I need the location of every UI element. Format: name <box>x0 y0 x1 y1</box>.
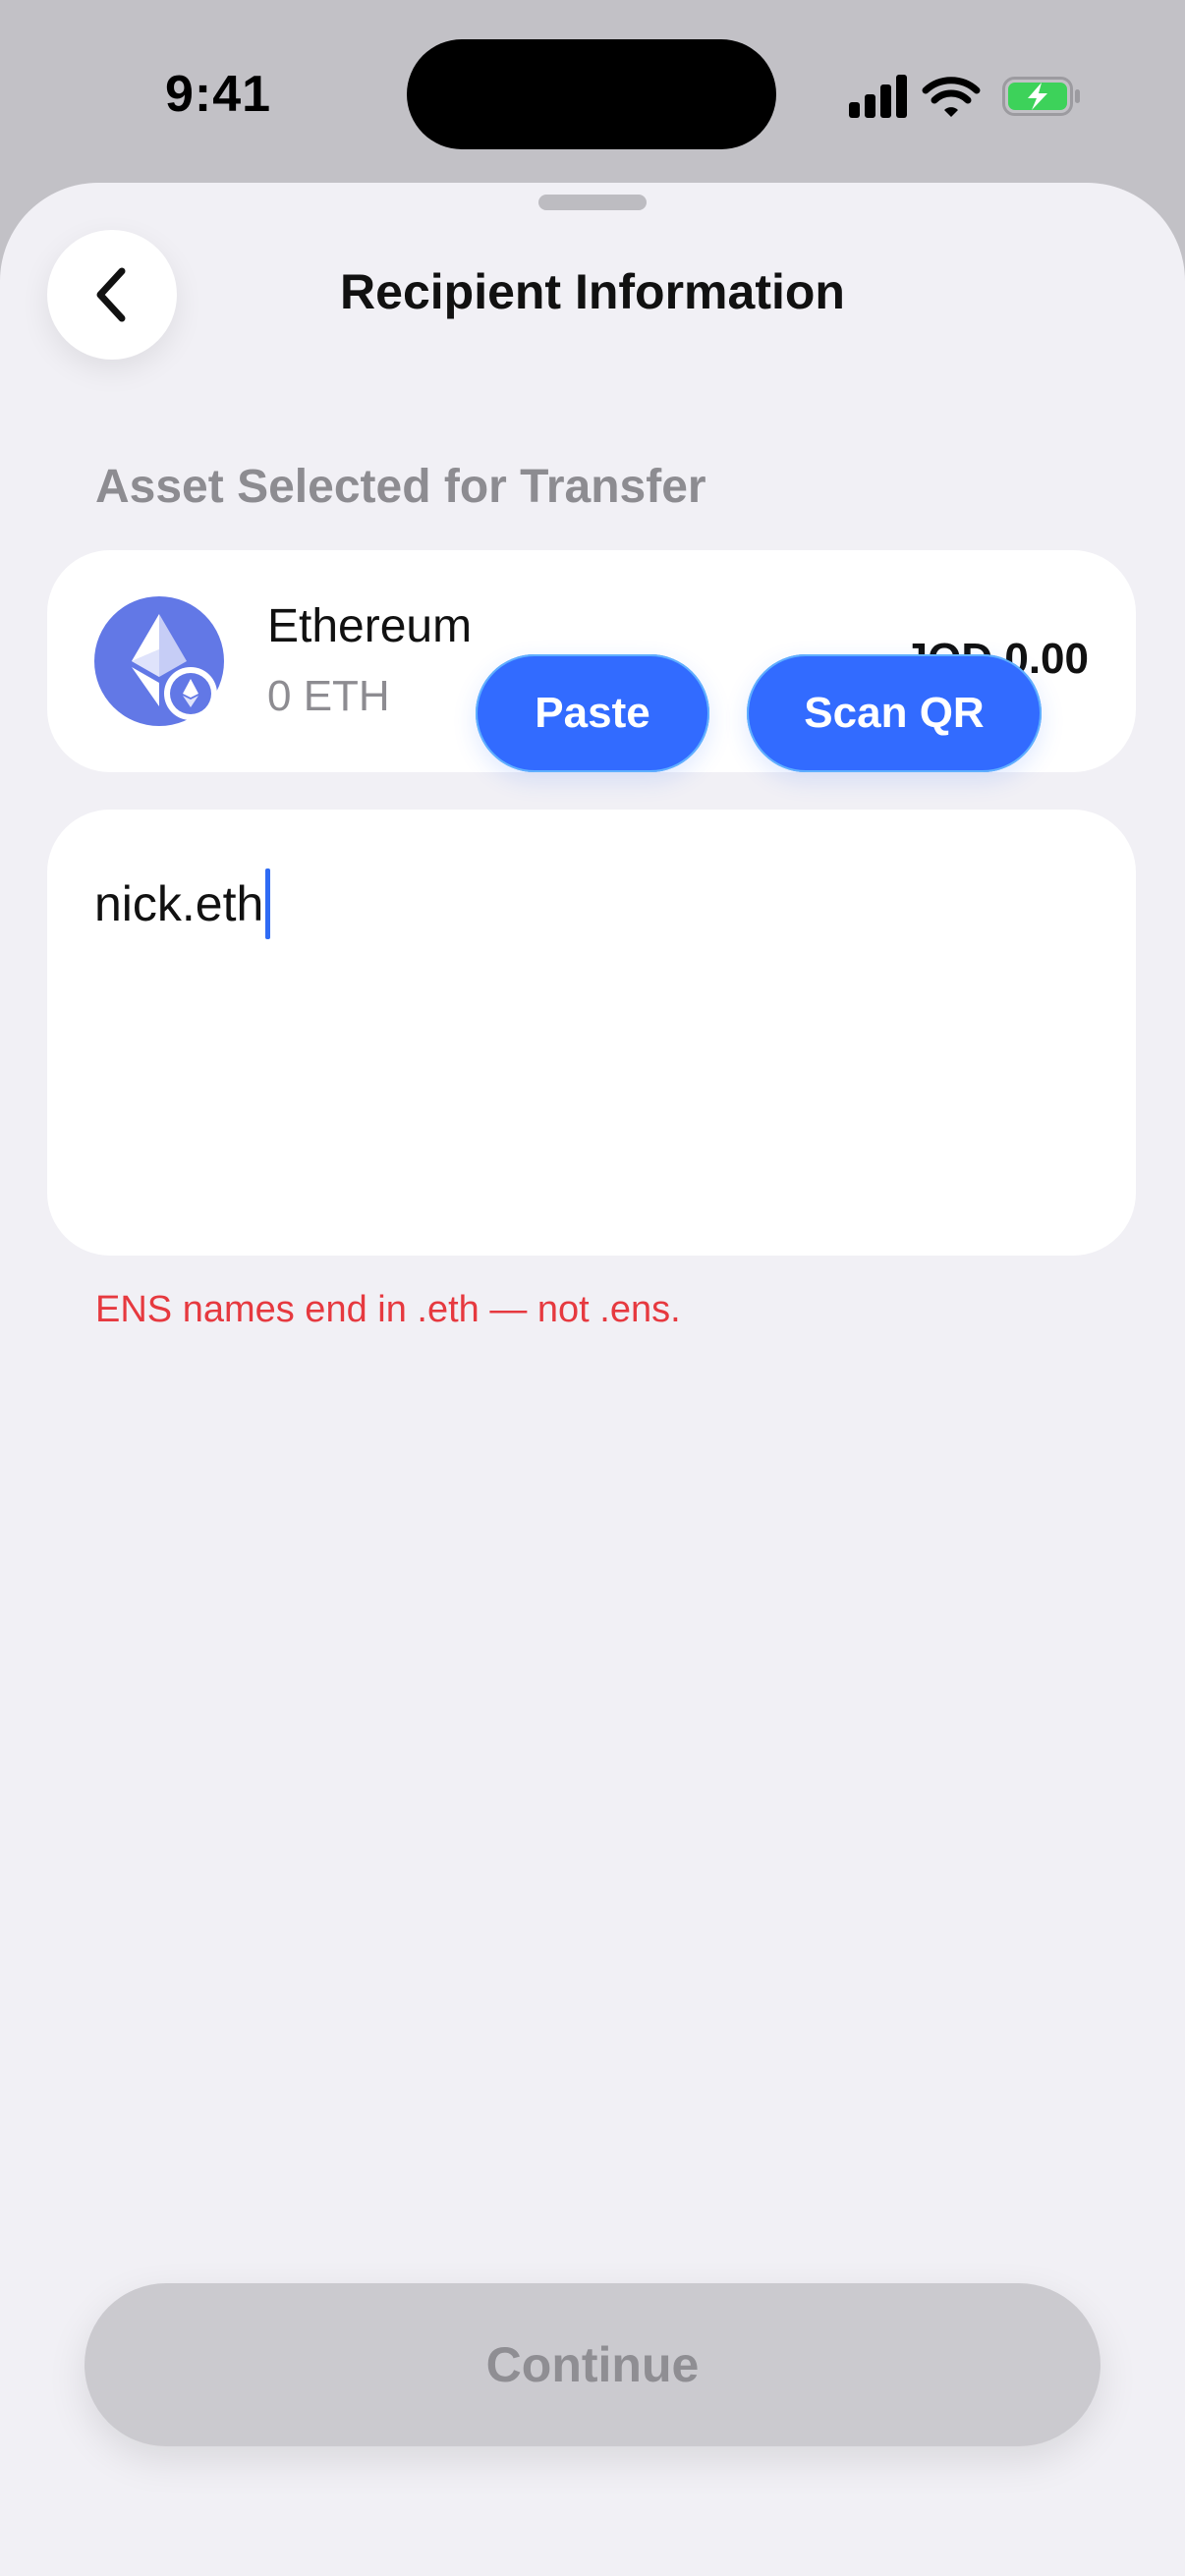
status-icons <box>847 71 1083 122</box>
recipient-input-card[interactable]: nick.eth <box>47 810 1136 1256</box>
dynamic-island <box>407 39 776 149</box>
screen: 9:41 Recipient Information Asset Selecte… <box>0 0 1185 2576</box>
wifi-icon <box>922 77 981 117</box>
asset-name: Ethereum <box>267 600 473 652</box>
ethereum-logo-icon <box>94 596 224 726</box>
recipient-address-input[interactable]: nick.eth <box>94 868 271 939</box>
recipient-input-value: nick.eth <box>94 876 264 931</box>
continue-button[interactable]: Continue <box>85 2283 1100 2446</box>
scan-qr-button[interactable]: Scan QR <box>747 654 1042 772</box>
cellular-signal-icon <box>849 75 907 118</box>
text-caret <box>265 868 271 939</box>
battery-charging-icon <box>1002 77 1080 116</box>
asset-amount: 0 ETH <box>267 672 390 720</box>
section-label: Asset Selected for Transfer <box>95 461 706 513</box>
sheet-grabber[interactable] <box>538 195 647 210</box>
bottom-sheet: Recipient Information Asset Selected for… <box>0 183 1185 2576</box>
status-time: 9:41 <box>165 66 272 123</box>
paste-button[interactable]: Paste <box>476 654 709 772</box>
page-title: Recipient Information <box>340 264 845 319</box>
validation-error: ENS names end in .eth — not .ens. <box>95 1289 681 1330</box>
